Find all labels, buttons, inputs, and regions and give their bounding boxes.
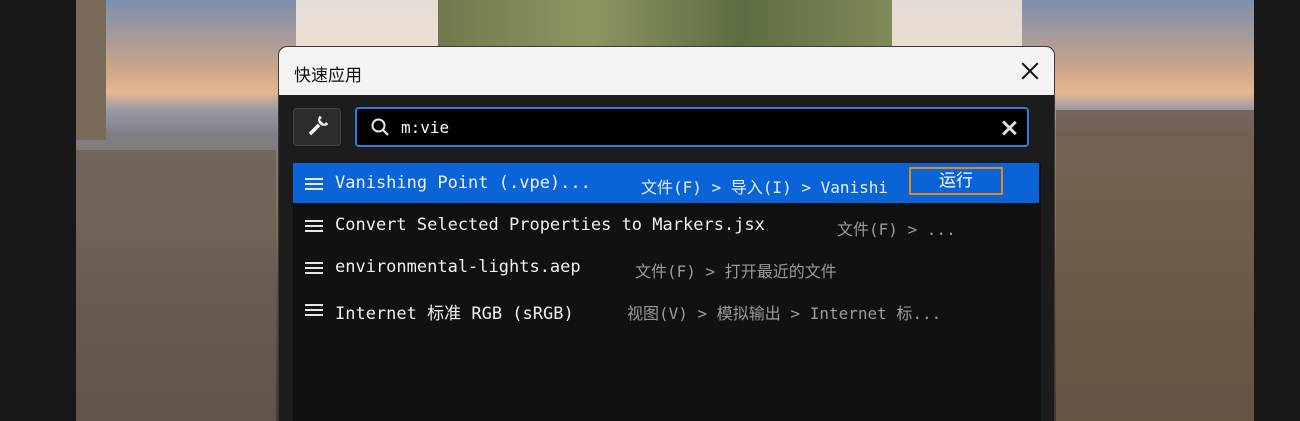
result-name: Internet 标准 RGB (sRGB)	[335, 304, 574, 324]
result-path: 文件(F) > ...	[837, 220, 956, 239]
menu-lines-icon	[305, 220, 323, 232]
result-name: environmental-lights.aep	[335, 257, 581, 277]
wrench-icon	[308, 115, 329, 136]
right-dark-margin	[1254, 0, 1300, 421]
search-icon	[371, 118, 389, 136]
list-item[interactable]: Convert Selected Properties to Markers.j…	[293, 205, 1039, 245]
result-name: Convert Selected Properties to Markers.j…	[335, 215, 765, 235]
menu-lines-icon	[305, 262, 323, 274]
result-path: 视图(V) > 模拟输出 > Internet 标...	[627, 304, 942, 323]
dialog-title: 快速应用	[294, 66, 362, 86]
list-item[interactable]: Vanishing Point (.vpe)... 文件(F) > 导入(I) …	[293, 163, 1039, 203]
clear-icon[interactable]	[999, 118, 1019, 138]
menu-lines-icon	[305, 178, 323, 190]
list-item[interactable]: Internet 标准 RGB (sRGB) 视图(V) > 模拟输出 > In…	[293, 289, 1039, 329]
left-dark-margin	[0, 0, 76, 421]
results-list: Vanishing Point (.vpe)... 文件(F) > 导入(I) …	[293, 163, 1041, 421]
search-box	[355, 107, 1029, 147]
tool-settings-button[interactable]	[293, 108, 341, 146]
search-input[interactable]	[401, 115, 981, 139]
menu-lines-icon	[305, 304, 323, 316]
quick-apply-dialog: 快速应用 Vanishing Point (.vpe)...	[279, 47, 1054, 421]
dialog-content: Vanishing Point (.vpe)... 文件(F) > 导入(I) …	[279, 95, 1054, 421]
result-name: Vanishing Point (.vpe)...	[335, 173, 591, 193]
background-panel	[296, 0, 438, 48]
background-panel	[438, 0, 892, 48]
result-path: 文件(F) > 导入(I) > Vanishi	[641, 178, 889, 197]
list-item[interactable]: environmental-lights.aep 文件(F) > 打开最近的文件	[293, 247, 1039, 287]
result-path: 文件(F) > 打开最近的文件	[635, 262, 837, 281]
background-panel	[892, 0, 1022, 48]
dialog-titlebar: 快速应用	[279, 47, 1054, 95]
close-icon[interactable]	[1015, 56, 1045, 86]
run-button[interactable]: 运行	[909, 167, 1003, 195]
